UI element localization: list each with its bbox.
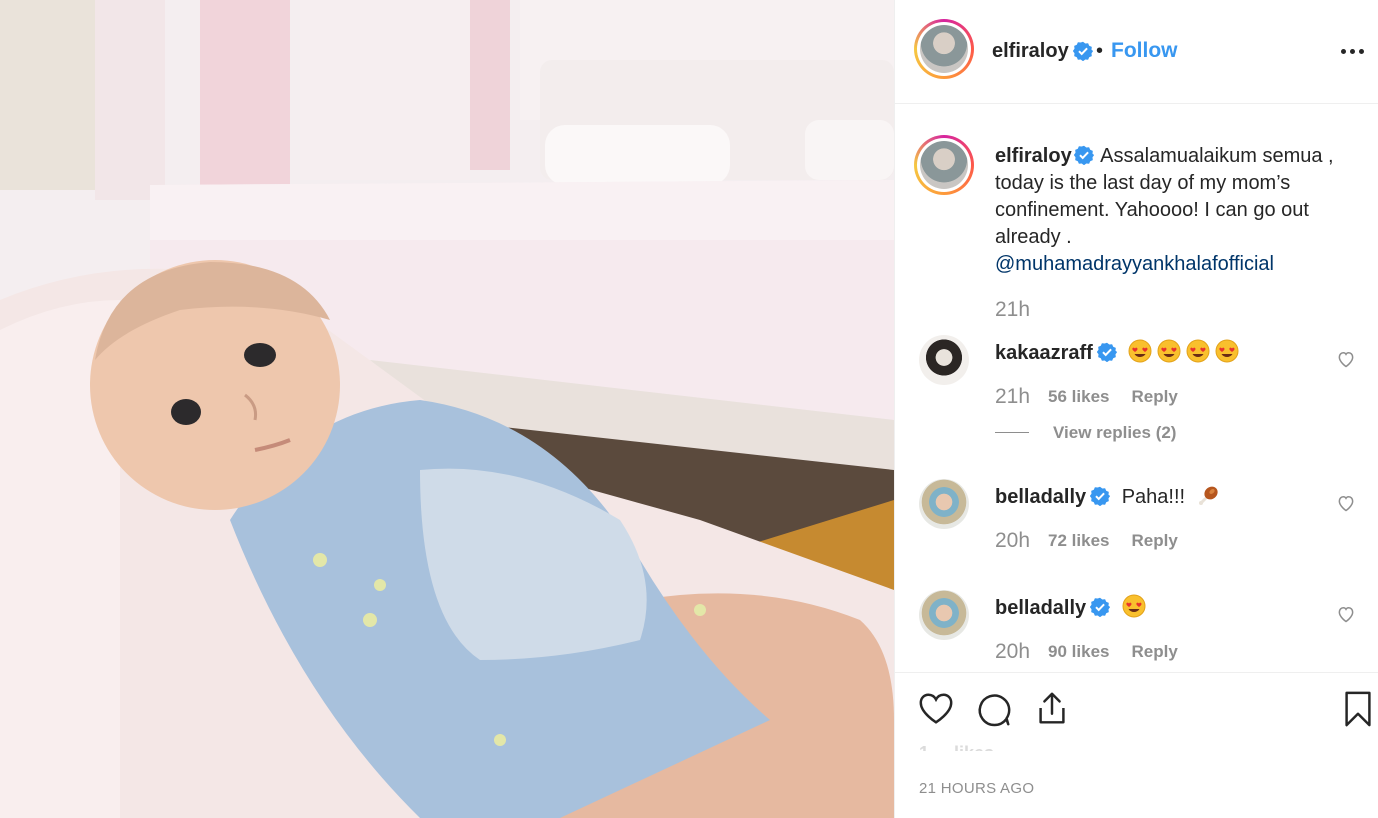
verified-badge-icon [1090, 597, 1111, 617]
caption-avatar-image [920, 141, 968, 189]
like-comment-heart-icon[interactable] [1336, 349, 1356, 369]
post-likes-count[interactable]: 1 ... likes [919, 743, 994, 751]
caption-text: elfiraloy Assalamualaikum semua , today … [995, 143, 1355, 278]
verified-badge-icon [1090, 486, 1111, 506]
heart-eyes-emoji-icon [1157, 339, 1181, 363]
like-comment-heart-icon[interactable] [1336, 604, 1356, 624]
commenter-avatar[interactable] [919, 335, 969, 385]
verified-badge-icon [1073, 41, 1093, 61]
share-icon[interactable] [1033, 690, 1071, 728]
commenter-username[interactable]: kakaazraff [995, 342, 1093, 364]
baby-photo-illustration [0, 0, 894, 818]
post-timestamp[interactable]: 21 HOURS AGO [919, 780, 1034, 797]
view-replies-label: View replies (2) [1053, 423, 1177, 442]
bookmark-icon[interactable] [1339, 690, 1377, 728]
commenter-avatar[interactable] [919, 479, 969, 529]
reply-button[interactable]: Reply [1132, 387, 1178, 406]
comment-line: kakaazraff [995, 339, 1244, 365]
post-header: elfiraloy • Follow [895, 0, 1378, 104]
caption-mention-link[interactable]: @muhamadrayyankhalafofficial [995, 253, 1274, 275]
comment-text: Paha!!! [1121, 486, 1186, 508]
comment-line: belladally [995, 594, 1151, 620]
follow-button[interactable]: Follow [1111, 39, 1178, 63]
author-avatar-image [920, 25, 968, 73]
replies-dash [995, 432, 1029, 433]
comment-meta: 20h 72 likes Reply [995, 529, 1178, 553]
comments-list[interactable]: elfiraloy Assalamualaikum semua , today … [895, 105, 1378, 671]
heart-eyes-emoji-icon [1122, 594, 1146, 618]
comment-time[interactable]: 20h [995, 640, 1030, 663]
commenter-username[interactable]: belladally [995, 597, 1086, 619]
header-separator: • [1096, 40, 1104, 62]
caption-username[interactable]: elfiraloy [995, 145, 1072, 167]
commenter-avatar[interactable] [919, 590, 969, 640]
heart-eyes-emoji-icon [1215, 339, 1239, 363]
heart-outline-icon[interactable] [917, 690, 955, 728]
comment-meta: 20h 90 likes Reply [995, 640, 1178, 664]
author-avatar[interactable] [914, 19, 974, 79]
comment-time[interactable]: 20h [995, 529, 1030, 552]
comment-likes[interactable]: 90 likes [1048, 642, 1109, 661]
commenter-username[interactable]: belladally [995, 486, 1086, 508]
heart-eyes-emoji-icon [1128, 339, 1152, 363]
caption-avatar[interactable] [914, 135, 974, 195]
post-photo[interactable] [0, 0, 894, 818]
comment-likes[interactable]: 56 likes [1048, 387, 1109, 406]
poultry-leg-emoji-icon [1198, 486, 1218, 505]
reply-button[interactable]: Reply [1132, 642, 1178, 661]
caption-time[interactable]: 21h [995, 298, 1030, 322]
verified-badge-icon [1096, 342, 1117, 362]
instagram-post: elfiraloy • Follow elfiraloy Assalamuala… [0, 0, 1378, 818]
comment-likes[interactable]: 72 likes [1048, 531, 1109, 550]
reply-button[interactable]: Reply [1132, 531, 1178, 550]
more-options-icon[interactable] [1339, 38, 1367, 64]
view-replies-button[interactable]: View replies (2) [995, 423, 1176, 443]
heart-eyes-emoji-icon [1186, 339, 1210, 363]
comment-line: belladally Paha!!! [995, 483, 1226, 509]
comment-bubble-icon[interactable] [975, 690, 1013, 728]
like-comment-heart-icon[interactable] [1336, 493, 1356, 513]
post-sidebar: elfiraloy • Follow elfiraloy Assalamuala… [894, 0, 1378, 818]
author-username[interactable]: elfiraloy [992, 40, 1069, 63]
comment-time[interactable]: 21h [995, 385, 1030, 408]
verified-badge-icon [1073, 145, 1094, 165]
comment-meta: 21h 56 likes Reply [995, 385, 1178, 409]
post-actions: 1 ... likes 21 HOURS AGO [895, 672, 1378, 818]
